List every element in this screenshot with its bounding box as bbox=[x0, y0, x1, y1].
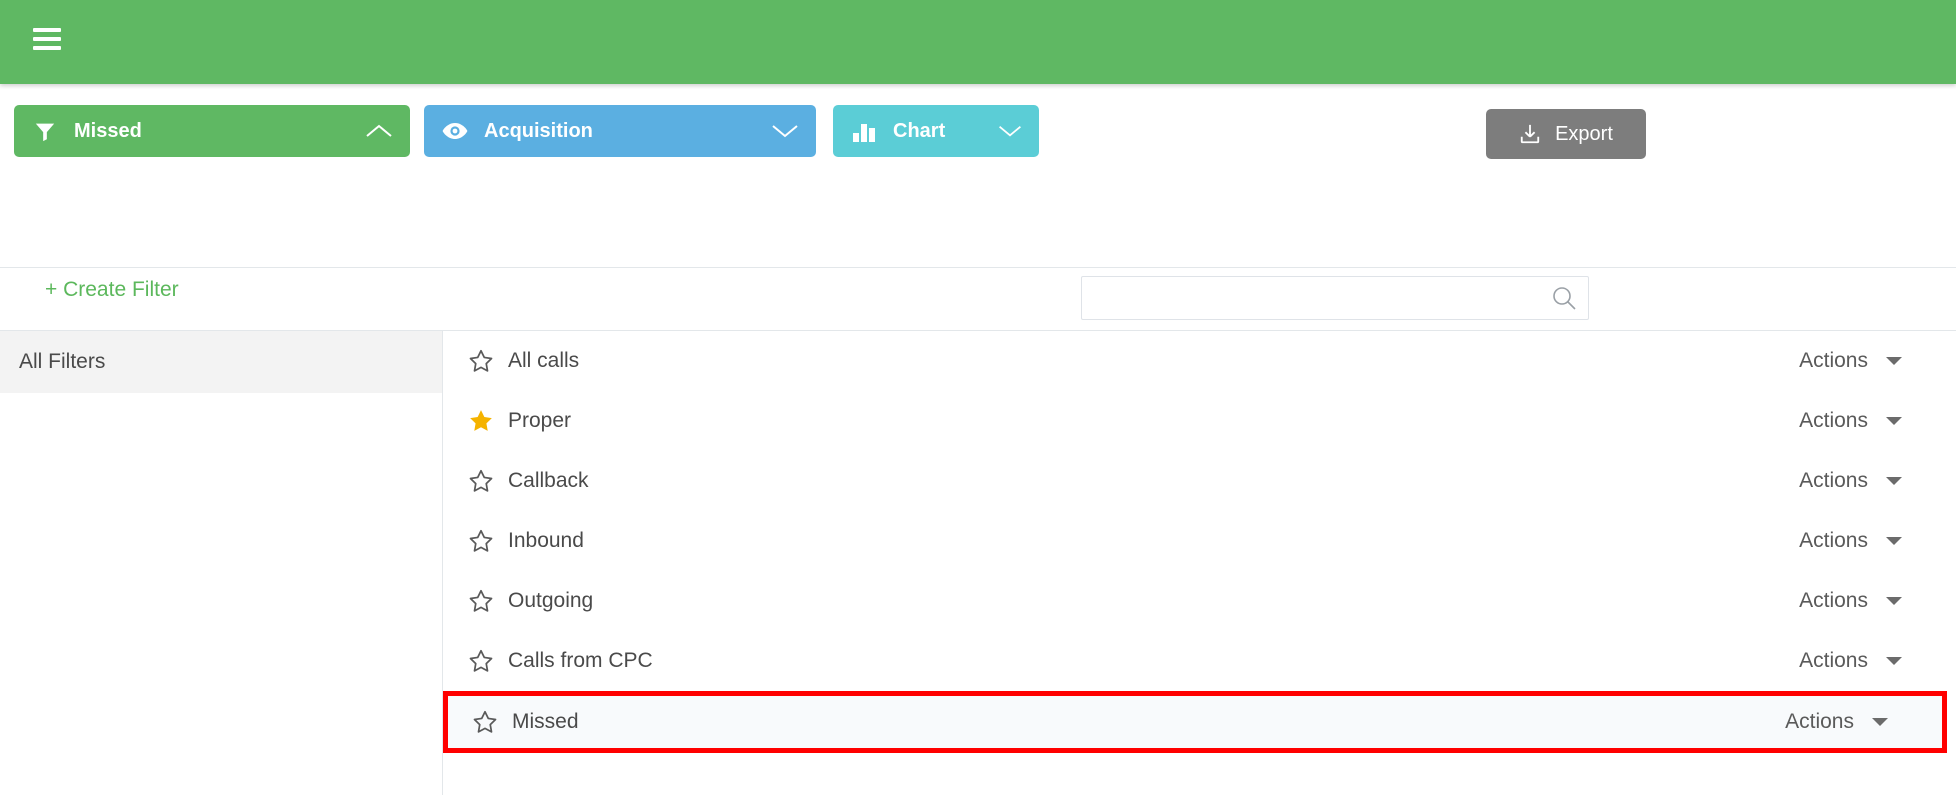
caret-down-icon bbox=[1886, 417, 1902, 425]
toolbar: Missed Acquisition Chart Export bbox=[0, 84, 1956, 194]
filter-name-label: Calls from CPC bbox=[508, 649, 653, 672]
acquisition-button[interactable]: Acquisition bbox=[424, 105, 816, 157]
actions-label: Actions bbox=[1799, 469, 1868, 492]
caret-down-icon bbox=[1886, 477, 1902, 485]
table-row[interactable]: All calls Actions bbox=[444, 331, 1956, 391]
filter-name-label: Missed bbox=[512, 710, 579, 733]
table-row[interactable]: Proper Actions bbox=[444, 391, 1956, 451]
chart-button[interactable]: Chart bbox=[833, 105, 1039, 157]
actions-label: Actions bbox=[1799, 409, 1868, 432]
actions-label: Actions bbox=[1799, 349, 1868, 372]
filter-list: All calls Actions Proper Actions Callback Act… bbox=[443, 331, 1956, 795]
sidebar-item-all-filters[interactable]: All Filters bbox=[0, 331, 442, 393]
filter-missed-label: Missed bbox=[74, 119, 142, 142]
export-button[interactable]: Export bbox=[1486, 109, 1646, 159]
bar-chart-icon bbox=[849, 120, 879, 142]
table-row[interactable]: Inbound Actions bbox=[444, 511, 1956, 571]
actions-dropdown[interactable]: Actions bbox=[1799, 589, 1926, 613]
table-row[interactable]: Missed Actions bbox=[443, 691, 1947, 753]
actions-dropdown[interactable]: Actions bbox=[1799, 649, 1926, 673]
filter-name-label: All calls bbox=[508, 349, 580, 372]
divider-top bbox=[0, 267, 1956, 268]
actions-label: Actions bbox=[1799, 529, 1868, 552]
star-filled-icon[interactable] bbox=[468, 408, 496, 434]
star-outline-icon[interactable] bbox=[468, 528, 496, 554]
filter-missed-button[interactable]: Missed bbox=[14, 105, 410, 157]
star-outline-icon[interactable] bbox=[468, 468, 496, 494]
table-row[interactable]: Outgoing Actions bbox=[444, 571, 1956, 631]
search-input[interactable] bbox=[1081, 276, 1589, 320]
hamburger-line bbox=[33, 28, 61, 32]
actions-dropdown[interactable]: Actions bbox=[1799, 409, 1926, 433]
table-row[interactable]: Calls from CPC Actions bbox=[444, 631, 1956, 691]
star-outline-icon[interactable] bbox=[468, 648, 496, 674]
filter-name-label: Outgoing bbox=[508, 589, 594, 612]
caret-down-icon bbox=[1872, 718, 1888, 726]
star-outline-icon[interactable] bbox=[468, 588, 496, 614]
download-icon bbox=[1519, 123, 1541, 145]
app-header-bar bbox=[0, 0, 1956, 84]
filter-funnel-icon bbox=[30, 120, 60, 142]
actions-dropdown[interactable]: Actions bbox=[1799, 349, 1926, 373]
hamburger-line bbox=[33, 46, 61, 50]
chart-label: Chart bbox=[893, 119, 946, 142]
actions-dropdown[interactable]: Actions bbox=[1785, 710, 1912, 734]
sidebar-item-label: All Filters bbox=[19, 350, 106, 373]
caret-down-icon bbox=[1886, 657, 1902, 665]
filter-name-label: Inbound bbox=[508, 529, 584, 552]
caret-down-icon bbox=[1886, 597, 1902, 605]
caret-down-icon bbox=[1886, 537, 1902, 545]
chevron-down-icon[interactable] bbox=[752, 122, 800, 140]
chevron-up-icon[interactable] bbox=[346, 122, 394, 140]
chevron-down-icon[interactable] bbox=[979, 122, 1023, 140]
table-row[interactable]: Callback Actions bbox=[444, 451, 1956, 511]
actions-label: Actions bbox=[1799, 649, 1868, 672]
filter-name-label: Proper bbox=[508, 409, 572, 432]
eye-icon bbox=[440, 121, 470, 141]
actions-label: Actions bbox=[1799, 589, 1868, 612]
star-outline-icon[interactable] bbox=[472, 709, 500, 735]
create-filter-link[interactable]: + Create Filter bbox=[45, 278, 179, 302]
export-label: Export bbox=[1555, 122, 1613, 145]
acquisition-label: Acquisition bbox=[484, 119, 593, 142]
actions-dropdown[interactable]: Actions bbox=[1799, 469, 1926, 493]
hamburger-line bbox=[33, 37, 61, 41]
hamburger-menu-icon[interactable] bbox=[33, 28, 61, 50]
search-box bbox=[1081, 276, 1589, 320]
sidebar: All Filters bbox=[0, 331, 443, 795]
star-outline-icon[interactable] bbox=[468, 348, 496, 374]
actions-dropdown[interactable]: Actions bbox=[1799, 529, 1926, 553]
caret-down-icon bbox=[1886, 357, 1902, 365]
actions-label: Actions bbox=[1785, 710, 1854, 733]
filter-name-label: Callback bbox=[508, 469, 589, 492]
